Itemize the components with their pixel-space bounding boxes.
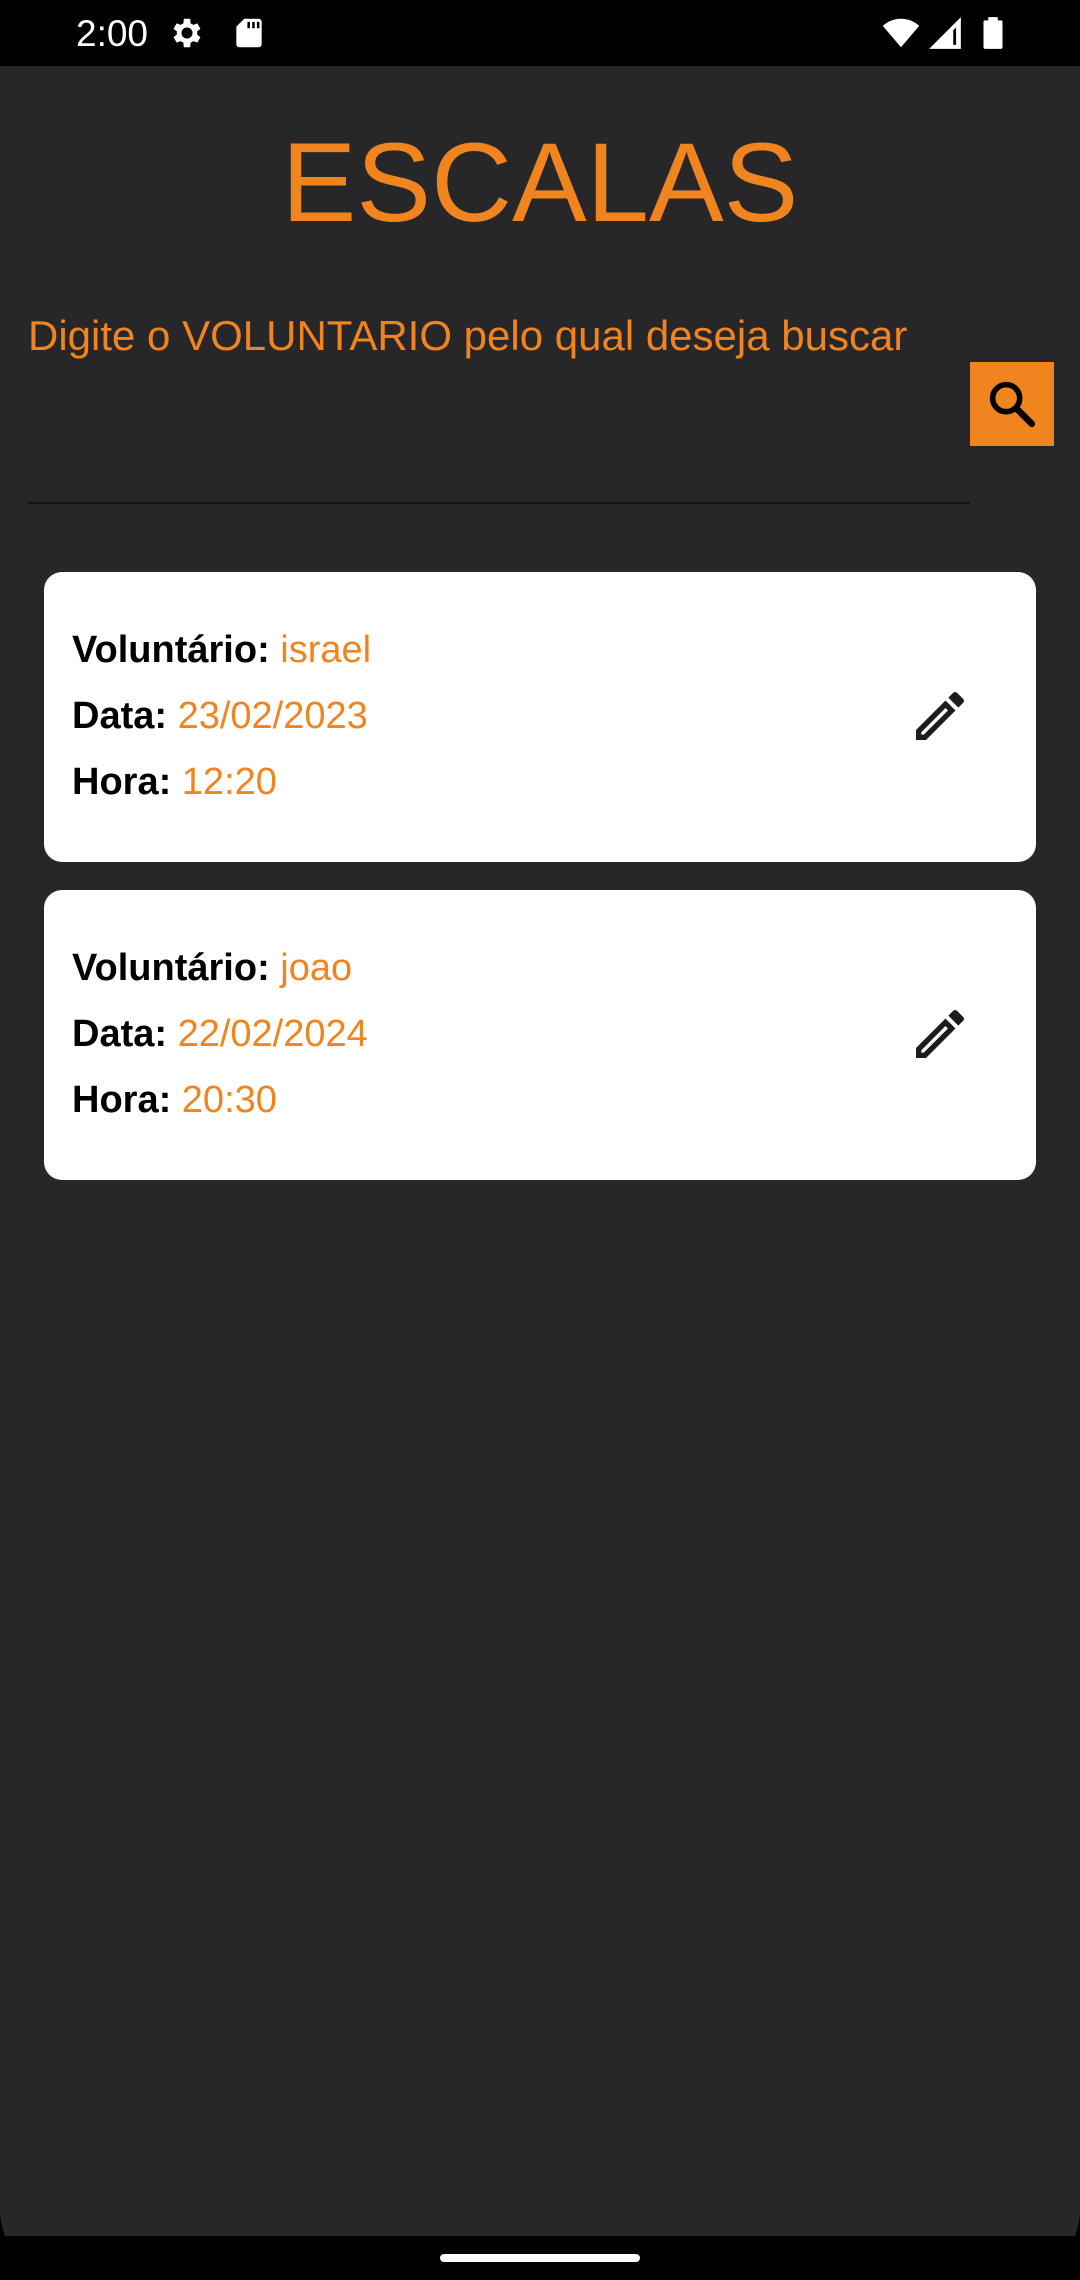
edit-button[interactable] — [908, 1002, 972, 1066]
date-value: 22/02/2024 — [177, 1013, 368, 1055]
schedule-list: Voluntário: israel Data: 23/02/2023 Hora… — [44, 572, 1036, 1208]
search-field[interactable]: Digite o VOLUNTARIO pelo qual deseja bus… — [28, 290, 974, 504]
schedule-card: Voluntário: israel Data: 23/02/2023 Hora… — [44, 572, 1036, 862]
gear-icon — [168, 14, 206, 52]
time-value: 20:30 — [181, 1079, 277, 1121]
time-label: Hora: — [72, 761, 172, 803]
time-row: Hora: 12:20 — [72, 756, 277, 808]
volunteer-label: Voluntário: — [72, 629, 270, 671]
battery-icon — [974, 14, 1012, 52]
volunteer-label: Voluntário: — [72, 947, 270, 989]
date-label: Data: — [72, 695, 168, 737]
search-button[interactable] — [970, 362, 1054, 446]
date-value: 23/02/2023 — [177, 695, 368, 737]
edit-icon — [916, 691, 965, 740]
edit-icon — [916, 1009, 965, 1058]
wifi-icon — [882, 14, 920, 52]
page-title: ESCALAS — [281, 120, 799, 245]
search-icon — [989, 381, 1036, 428]
schedule-card: Voluntário: joao Data: 22/02/2024 Hora: … — [44, 890, 1036, 1180]
volunteer-value: israel — [280, 629, 372, 671]
cell-signal-icon — [926, 14, 964, 52]
volunteer-row: Voluntário: joao — [72, 942, 352, 994]
app-screen: 2:00 ESCALAS Digite o VOLUNTARIO pelo qu… — [0, 0, 1080, 2280]
status-time: 2:00 — [76, 13, 149, 54]
time-value: 12:20 — [181, 761, 277, 803]
volunteer-value: joao — [280, 947, 353, 989]
search-input[interactable] — [28, 290, 974, 504]
status-bar: 2:00 — [0, 0, 1080, 66]
sd-card-icon — [230, 14, 268, 52]
volunteer-row: Voluntário: israel — [72, 624, 371, 676]
navigation-bar — [0, 2236, 1080, 2280]
date-label: Data: — [72, 1013, 168, 1055]
date-row: Data: 22/02/2024 — [72, 1008, 368, 1060]
home-gesture-handle[interactable] — [440, 2254, 640, 2262]
date-row: Data: 23/02/2023 — [72, 690, 368, 742]
time-row: Hora: 20:30 — [72, 1074, 277, 1126]
edit-button[interactable] — [908, 684, 972, 748]
search-underline — [28, 502, 970, 504]
time-label: Hora: — [72, 1079, 172, 1121]
